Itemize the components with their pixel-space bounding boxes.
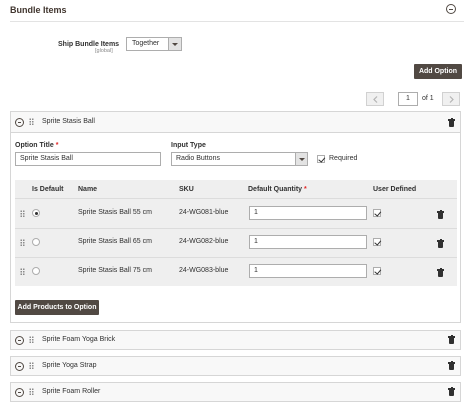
col-default-quantity: Default Quantity * xyxy=(248,186,307,193)
add-products-to-option-button[interactable]: Add Products to Option xyxy=(15,300,99,315)
divider xyxy=(15,257,457,258)
row-sku: 24-WG082-blue xyxy=(179,238,229,245)
divider xyxy=(15,198,457,199)
default-quantity-input[interactable]: 1 xyxy=(249,264,367,278)
trash-icon[interactable] xyxy=(437,239,444,248)
collapse-section-icon[interactable] xyxy=(446,4,456,14)
drag-handle-icon[interactable] xyxy=(29,388,34,396)
is-default-radio[interactable] xyxy=(32,209,40,217)
bundle-option-collapsed[interactable]: Sprite Foam Roller xyxy=(10,382,461,402)
trash-icon[interactable] xyxy=(448,118,455,127)
row-name: Sprite Stasis Ball 65 cm xyxy=(78,238,152,245)
trash-icon[interactable] xyxy=(437,210,444,219)
pager-prev-button[interactable] xyxy=(366,92,384,106)
user-defined-checkbox[interactable] xyxy=(373,238,381,246)
expand-option-icon[interactable] xyxy=(15,336,24,345)
drag-handle-icon[interactable] xyxy=(20,268,25,276)
col-sku: SKU xyxy=(179,186,194,193)
default-quantity-input[interactable]: 1 xyxy=(249,206,367,220)
row-name: Sprite Stasis Ball 55 cm xyxy=(78,209,152,216)
chevron-down-icon xyxy=(295,153,307,165)
divider xyxy=(11,132,460,133)
add-option-button[interactable]: Add Option xyxy=(414,64,462,79)
bundle-option-collapsed[interactable]: Sprite Yoga Strap xyxy=(10,356,461,376)
pager-total: of 1 xyxy=(422,95,434,102)
col-name: Name xyxy=(78,186,98,193)
trash-icon[interactable] xyxy=(448,335,455,344)
user-defined-checkbox[interactable] xyxy=(373,267,381,275)
col-user-defined: User Defined xyxy=(373,186,417,193)
bundle-option-collapsed[interactable]: Sprite Foam Yoga Brick xyxy=(10,330,461,350)
default-quantity-input[interactable]: 1 xyxy=(249,235,367,249)
row-sku: 24-WG083-blue xyxy=(179,267,229,274)
chevron-down-icon xyxy=(168,38,181,50)
bundle-option-title: Sprite Stasis Ball xyxy=(42,118,95,125)
divider xyxy=(10,21,464,22)
input-type-value: Radio Buttons xyxy=(176,155,220,162)
ship-bundle-items-select[interactable]: Together xyxy=(126,37,182,51)
bundle-option-title: Sprite Foam Roller xyxy=(42,388,101,395)
ship-bundle-items-value: Together xyxy=(132,40,160,47)
trash-icon[interactable] xyxy=(448,387,455,396)
chevron-left-icon xyxy=(373,96,378,103)
input-type-select[interactable]: Radio Buttons xyxy=(171,152,308,166)
is-default-radio[interactable] xyxy=(32,238,40,246)
bundle-option-title: Sprite Yoga Strap xyxy=(42,362,97,369)
ship-bundle-items-scope: [global] xyxy=(95,48,113,54)
bundle-option-title: Sprite Foam Yoga Brick xyxy=(42,336,116,343)
expand-option-icon[interactable] xyxy=(15,362,24,371)
trash-icon[interactable] xyxy=(437,268,444,277)
section-title: Bundle Items xyxy=(10,5,67,15)
expand-option-icon[interactable] xyxy=(15,388,24,397)
col-is-default: Is Default xyxy=(32,186,64,193)
required-label: Required xyxy=(329,155,358,162)
drag-handle-icon[interactable] xyxy=(29,362,34,370)
collapse-option-icon[interactable] xyxy=(15,118,24,127)
drag-handle-icon[interactable] xyxy=(29,336,34,344)
is-default-radio[interactable] xyxy=(32,267,40,275)
chevron-right-icon xyxy=(449,96,454,103)
trash-icon[interactable] xyxy=(448,361,455,370)
option-title-label: Option Title * xyxy=(15,142,59,149)
row-sku: 24-WG081-blue xyxy=(179,209,229,216)
input-type-label: Input Type xyxy=(171,142,206,149)
row-name: Sprite Stasis Ball 75 cm xyxy=(78,267,152,274)
pager-page-input[interactable]: 1 xyxy=(398,92,418,106)
drag-handle-icon[interactable] xyxy=(20,239,25,247)
ship-bundle-items-label: Ship Bundle Items xyxy=(58,41,120,48)
required-checkbox[interactable] xyxy=(317,155,325,163)
drag-handle-icon[interactable] xyxy=(20,210,25,218)
user-defined-checkbox[interactable] xyxy=(373,209,381,217)
drag-handle-icon[interactable] xyxy=(29,118,34,126)
divider xyxy=(15,228,457,229)
option-title-input[interactable]: Sprite Stasis Ball xyxy=(15,152,161,166)
pager-next-button[interactable] xyxy=(442,92,460,106)
